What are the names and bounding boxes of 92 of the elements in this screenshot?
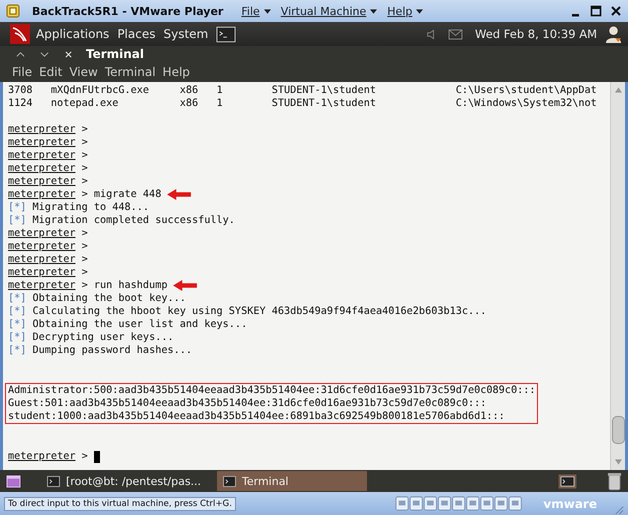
prompt-text: meterpreter <box>8 175 76 188</box>
window-title: BackTrack5R1 - VMware Player <box>32 4 224 18</box>
menu-item[interactable]: Virtual Machine <box>280 4 366 18</box>
hash-text: Guest:501:aad3b435b51404eeaad3b435b51404ee:31d6cfe0d16ae931b73c59d7e0c089c0::: <box>8 397 486 410</box>
menu-item[interactable]: Terminal <box>104 65 156 79</box>
status-message: To direct input to this virtual machine, press Ctrl+G. <box>4 496 236 510</box>
command-text: run hashdump <box>94 279 168 292</box>
path-text: C:\Users\student\AppDat <box>456 84 597 97</box>
prompt-text: meterpreter <box>8 227 76 240</box>
output-text: Migrating to 448... <box>32 201 150 214</box>
prompt-sign: > <box>82 253 88 266</box>
clock[interactable]: Wed Feb 8, 10:39 AM <box>475 27 597 41</box>
scrollbar[interactable] <box>610 82 625 470</box>
arch-text: x86 <box>180 97 200 110</box>
caret-icon[interactable] <box>264 8 271 14</box>
pid-text: 3708 <box>8 84 34 97</box>
session-text: 1 <box>216 97 224 110</box>
status-tag: [*] <box>8 318 26 331</box>
arch-text: x86 <box>180 84 200 97</box>
status-tag: [*] <box>8 201 26 214</box>
prompt-text: meterpreter <box>8 240 76 253</box>
output-text: Obtaining the user list and keys... <box>32 318 248 331</box>
prompt-text: meterpreter <box>8 266 76 279</box>
output-text: Obtaining the boot key... <box>32 292 186 305</box>
command-text: migrate 448 <box>94 188 162 201</box>
output-text: Migration completed successfully. <box>32 214 235 227</box>
app-icon <box>6 4 20 18</box>
status-tag: [*] <box>8 344 26 357</box>
status-tag: [*] <box>8 292 26 305</box>
pid-text: 1124 <box>8 97 34 110</box>
process-name: notepad.exe <box>50 97 120 110</box>
prompt-text: meterpreter <box>8 136 76 149</box>
prompt-sign: > <box>82 227 88 240</box>
user-icon[interactable] <box>605 24 622 44</box>
panel-menu[interactable]: Applications <box>36 27 110 41</box>
menu-item[interactable]: Help <box>387 4 412 18</box>
prompt-sign: > <box>82 123 88 136</box>
prompt-sign: > <box>82 162 88 175</box>
prompt-text: meterpreter <box>8 162 76 175</box>
resize-grip-icon[interactable] <box>613 504 624 515</box>
envelope-icon[interactable] <box>448 28 464 40</box>
prompt-text: meterpreter <box>8 450 76 463</box>
terminal-icon <box>47 476 60 486</box>
menu-item[interactable]: View <box>69 65 98 79</box>
caret-icon[interactable] <box>370 8 378 14</box>
status-tag: [*] <box>8 305 26 318</box>
menu-item[interactable]: File <box>241 4 260 18</box>
prompt-text: meterpreter <box>8 279 76 292</box>
maximize-icon[interactable] <box>590 5 602 17</box>
output-text: Decrypting user keys... <box>32 331 174 344</box>
close-icon[interactable] <box>610 5 622 17</box>
status-tag: [*] <box>8 331 26 344</box>
prompt-sign: > <box>82 149 88 162</box>
session-text: 1 <box>216 84 224 97</box>
desktop-icon[interactable] <box>6 474 21 488</box>
hash-text: student:1000:aad3b435b51404eeaad3b435b51404ee:6891ba3c692549b800181e5706abd6d1::: <box>8 410 505 423</box>
user-text: STUDENT-1\student <box>272 97 377 110</box>
process-name: mXQdnFUtrbcG.exe <box>50 84 150 97</box>
output-text: Dumping password hashes... <box>32 344 192 357</box>
output-text: Calculating the hboot key using SYSKEY 463db549a9f94f4aea4016e2b603b13c... <box>32 305 486 318</box>
terminal-icon[interactable] <box>216 26 236 42</box>
path-text: C:\Windows\System32\not <box>456 97 597 110</box>
caret-icon[interactable] <box>416 8 424 14</box>
dragon-logo-icon[interactable] <box>10 24 30 44</box>
prompt-text: meterpreter <box>8 149 76 162</box>
prompt-text: meterpreter <box>8 123 76 136</box>
prompt-sign: > <box>82 175 88 188</box>
prompt-sign: > <box>82 188 88 201</box>
hash-text: Administrator:500:aad3b435b51404eeaad3b435b51404ee:31d6cfe0d16ae931b73c59d7e0c089c0::: <box>8 384 536 397</box>
menu-item[interactable]: File <box>12 65 32 79</box>
prompt-sign: > <box>82 266 88 279</box>
speaker-icon[interactable] <box>426 28 436 40</box>
status-tag: [*] <box>8 214 26 227</box>
taskbar-button[interactable]: [root@bt: /pentest/pas... <box>41 471 211 491</box>
scrollbar-thumb[interactable] <box>612 416 624 444</box>
prompt-sign: > <box>82 136 88 149</box>
user-text: STUDENT-1\student <box>272 84 377 97</box>
taskbar-button[interactable]: Terminal <box>217 471 367 491</box>
terminal-title: Terminal <box>86 47 144 61</box>
panel-menu[interactable]: System <box>163 27 208 41</box>
vmware-logo: vmware <box>543 496 597 510</box>
prompt-text: meterpreter <box>8 253 76 266</box>
terminal-icon <box>223 476 236 486</box>
prompt-sign: > <box>82 240 88 253</box>
menu-item[interactable]: Edit <box>39 65 62 79</box>
panel-menu[interactable]: Places <box>117 27 156 41</box>
prompt-text: meterpreter <box>8 188 76 201</box>
terminal-icon[interactable] <box>558 474 577 488</box>
prompt-sign: > <box>82 279 88 292</box>
menu-item[interactable]: Help <box>162 65 190 79</box>
trash-icon[interactable] <box>607 472 622 490</box>
prompt-sign: > <box>82 450 88 463</box>
